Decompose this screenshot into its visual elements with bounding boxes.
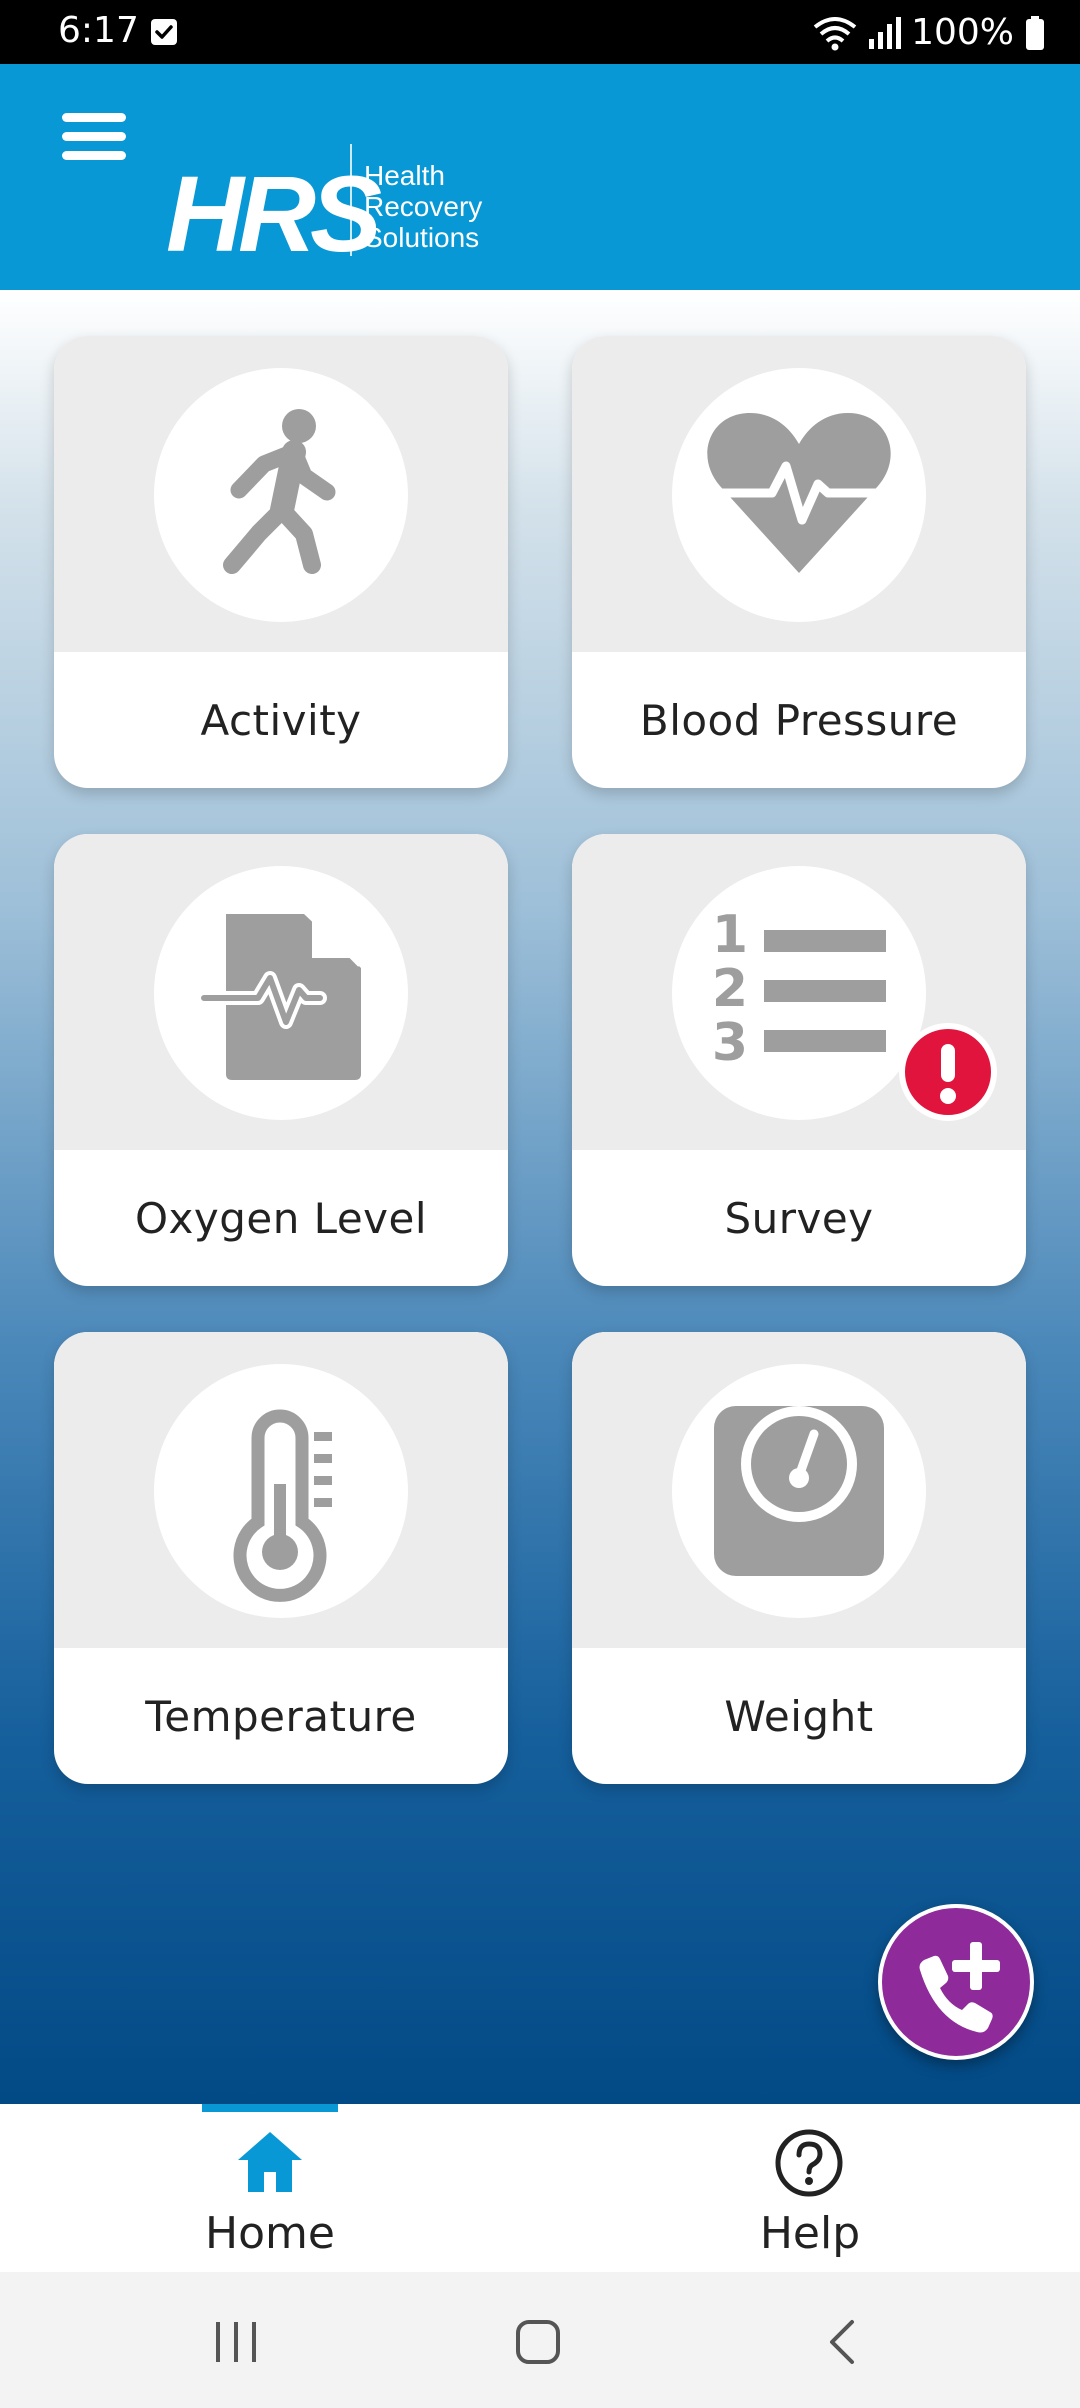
tile-label: Temperature	[145, 1691, 417, 1741]
svg-text:3: 3	[712, 1013, 748, 1073]
numbered-list-icon: 1 2 3	[712, 905, 886, 1073]
battery-icon	[1026, 15, 1044, 50]
status-icons: 100%	[813, 12, 1046, 53]
tile-label: Survey	[724, 1193, 874, 1243]
logo: HRS	[166, 153, 382, 274]
signal-icon	[869, 16, 902, 49]
tile-blood-pressure[interactable]: Blood Pressure	[572, 336, 1026, 788]
tile-temperature[interactable]: Temperature	[54, 1332, 508, 1784]
bottom-nav: Home Help	[0, 2104, 1080, 2272]
app-header: HRS Health Recovery Solutions	[0, 64, 1080, 290]
tab-help-label: Help	[759, 2208, 861, 2259]
walking-person-icon	[223, 409, 336, 574]
tile-label: Activity	[200, 695, 362, 745]
home-icon	[238, 2132, 302, 2192]
svg-text:1: 1	[712, 905, 748, 965]
scale-icon	[714, 1406, 884, 1576]
tile-activity[interactable]: Activity	[54, 336, 508, 788]
phone-plus-icon	[919, 1942, 1000, 2033]
main-content: Activity Blood Pressure Oxygen Level 1 2…	[0, 290, 1080, 2104]
check-notification-icon	[151, 19, 177, 45]
help-icon	[775, 2129, 843, 2197]
svg-text:2: 2	[712, 959, 748, 1019]
heart-pulse-icon	[705, 413, 893, 573]
alert-icon	[899, 1023, 997, 1121]
document-pulse-icon	[197, 911, 364, 1080]
logo-subtitle: Health Recovery Solutions	[364, 160, 483, 253]
thermometer-icon	[233, 1409, 332, 1602]
tile-label: Blood Pressure	[639, 695, 959, 745]
tab-help[interactable]: Help	[540, 2104, 1080, 2272]
battery-percent: 100%	[911, 12, 1014, 53]
recent-apps-icon[interactable]	[212, 2320, 260, 2364]
wifi-icon	[813, 16, 857, 50]
menu-icon[interactable]	[60, 107, 128, 167]
tile-oxygen-level[interactable]: Oxygen Level	[54, 834, 508, 1286]
tab-home[interactable]: Home	[0, 2104, 540, 2272]
status-bar: 6:17 100%	[0, 0, 1080, 64]
logo-divider	[350, 144, 352, 256]
call-care-team-button[interactable]	[878, 1904, 1034, 2060]
tile-label: Oxygen Level	[134, 1193, 428, 1243]
tile-weight[interactable]: Weight	[572, 1332, 1026, 1784]
system-nav-bar	[0, 2272, 1080, 2408]
home-system-icon[interactable]	[514, 2318, 562, 2366]
status-time: 6:17	[58, 10, 139, 51]
tile-label: Weight	[724, 1691, 874, 1741]
back-icon[interactable]	[824, 2318, 860, 2366]
tile-survey[interactable]: 1 2 3 Survey	[572, 834, 1026, 1286]
tab-home-label: Home	[205, 2208, 335, 2259]
